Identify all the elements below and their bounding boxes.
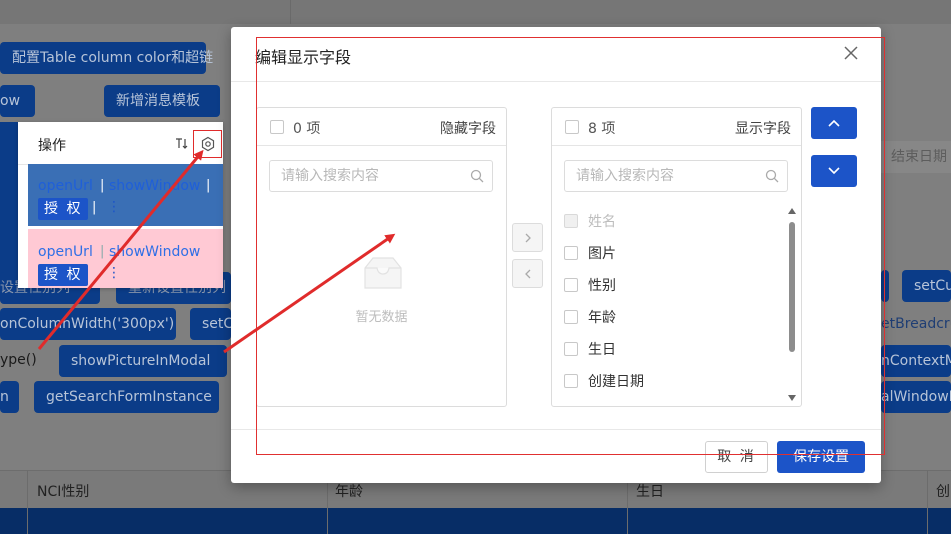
chevron-right-icon [525,233,531,243]
right-button-sliver[interactable] [881,270,889,302]
displayed-fields-header: 8 项 显示字段 [552,108,801,146]
field-checkbox[interactable] [564,342,578,356]
hidden-fields-title: 隐藏字段 [440,121,496,137]
field-label: 创建日期 [588,374,644,390]
open-url-link[interactable]: openUrl [38,178,93,194]
field-checkbox[interactable] [564,246,578,260]
set-column-width-button[interactable]: onColumnWidth('300px') [0,308,176,340]
empty-text: 暂无数据 [355,310,408,325]
search-icon [765,169,779,183]
displayed-search-input[interactable] [564,160,788,192]
displayed-count: 8 项 [588,121,616,137]
field-label: 生日 [588,342,616,358]
modal-window-button[interactable]: alWindowB [881,381,951,413]
authorize-button[interactable]: 授 权 [38,264,89,286]
close-icon[interactable] [843,45,859,61]
left-buttons-strip [0,122,18,288]
top-bar-divider [290,0,291,24]
top-bar [0,0,951,24]
displayed-search-field[interactable] [574,167,763,185]
hidden-search-input[interactable] [269,160,493,192]
divider: | [92,200,97,215]
column-header-age[interactable]: 年龄 [335,481,363,501]
config-table-button[interactable]: 配置Table column color和超链 [0,42,213,74]
save-settings-button[interactable]: 保存设置 [777,441,865,473]
show-window-button[interactable]: ow [0,85,35,117]
header-divider [231,81,881,82]
chevron-up-icon [828,119,840,127]
more-icon[interactable]: ⋮ [107,265,121,281]
field-label: 年龄 [588,310,616,326]
hidden-fields-header: 0 项 隐藏字段 [257,108,506,146]
column-header-created[interactable]: 创 [936,481,950,501]
end-date-input[interactable]: 结束日期 [881,141,951,173]
column-header-birthday[interactable]: 生日 [636,481,664,501]
displayed-fields-pane: 8 项 显示字段 姓名 图片 性别 年龄 生日 [551,107,802,407]
column-divider [927,470,928,534]
column-settings-button[interactable] [193,130,222,158]
add-message-template-button[interactable]: 新增消息模板 [104,85,220,117]
modal-title: 编辑显示字段 [255,48,352,67]
column-header-gender[interactable]: NCI性别 [37,481,89,501]
footer-divider [231,429,881,430]
scroll-down-arrow[interactable] [788,395,796,401]
divider: | [100,178,105,193]
chevron-down-icon [828,167,840,175]
gear-icon [201,136,215,152]
field-checkbox [564,214,578,228]
setc-button[interactable]: setC [190,308,233,340]
show-picture-in-modal-button[interactable]: showPictureInModal [59,345,227,377]
field-checkbox[interactable] [564,310,578,324]
move-up-button[interactable] [811,107,857,139]
select-all-hidden-checkbox[interactable] [270,120,284,134]
cancel-button[interactable]: 取 消 [705,441,768,473]
n-button[interactable]: n [0,381,19,413]
table-row: openUrl | showWindow 授 权 ⋮ [28,229,223,288]
table-row: openUrl | showWindow | 授 权 | ⋮ [28,164,223,226]
column-divider [27,470,28,534]
open-url-link[interactable]: openUrl [38,244,93,260]
show-window-link[interactable]: showWindow [109,178,200,194]
move-left-button[interactable] [512,259,543,288]
scroll-up-arrow[interactable] [788,208,796,214]
get-search-form-instance-button[interactable]: getSearchFormInstance [34,381,219,413]
move-right-button[interactable] [512,223,543,252]
type-call-text: ype() [0,352,37,368]
hidden-search-field[interactable] [279,167,468,185]
setcu-button[interactable]: setCu [902,270,951,302]
operation-column-panel: 操作 openUrl | showWindow | 授 权 | ⋮ openUr… [18,122,223,288]
divider: | [206,178,211,193]
column-height-icon[interactable] [174,136,188,150]
context-menu-button[interactable]: nContextM [881,345,951,377]
select-all-displayed-checkbox[interactable] [565,120,579,134]
search-icon [470,169,484,183]
displayed-fields-title: 显示字段 [735,121,791,137]
show-window-link[interactable]: showWindow [109,244,200,260]
field-label: 图片 [588,246,616,262]
authorize-button[interactable]: 授 权 [38,198,89,220]
divider: | [100,244,105,259]
more-icon[interactable]: ⋮ [107,199,121,215]
scrollbar-thumb[interactable] [789,222,795,352]
operation-column-title: 操作 [38,138,66,154]
field-checkbox[interactable] [564,374,578,388]
table-body [0,508,951,534]
operation-column-header: 操作 [18,122,223,165]
chevron-left-icon [525,269,531,279]
move-down-button[interactable] [811,155,857,187]
field-label: 性别 [588,278,616,294]
set-breadcrumb-button[interactable]: etBreadcru [881,316,951,332]
field-checkbox[interactable] [564,278,578,292]
hidden-fields-pane: 0 项 隐藏字段 暂无数据 [256,107,507,407]
field-label: 姓名 [588,214,616,230]
hidden-count: 0 项 [293,121,321,137]
empty-box-icon [364,257,402,289]
edit-display-fields-modal: 编辑显示字段 0 项 隐藏字段 暂无数据 [231,27,881,483]
